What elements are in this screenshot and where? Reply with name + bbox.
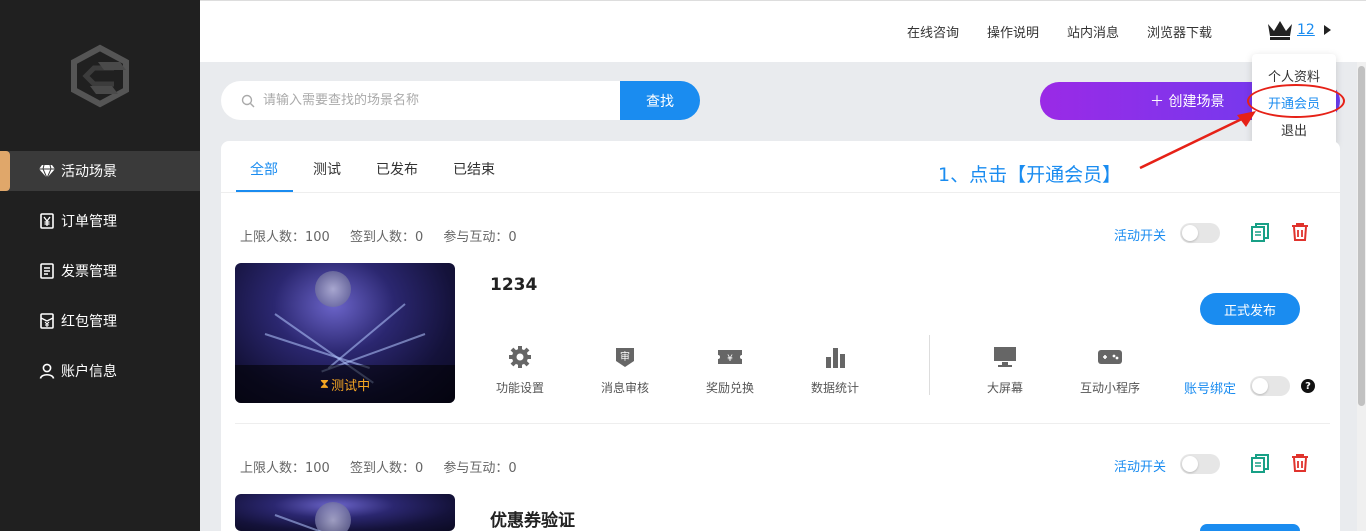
- search-button[interactable]: 查找: [620, 81, 700, 120]
- red-packet-icon: [38, 312, 56, 330]
- sidebar-item-label: 红包管理: [61, 314, 117, 330]
- scene-thumbnail[interactable]: ⧗ 测试中: [235, 263, 455, 403]
- tab-ended[interactable]: 已结束: [453, 159, 495, 179]
- checked-in-count: 签到人数：0: [349, 461, 424, 476]
- gear-icon: [507, 345, 533, 369]
- account-bind-toggle[interactable]: [1250, 376, 1290, 396]
- sidebar-item-orders[interactable]: 订单管理: [0, 201, 200, 241]
- online-consult-link[interactable]: 在线咨询: [907, 22, 959, 41]
- instructions-link[interactable]: 操作说明: [987, 22, 1039, 41]
- activity-switch-toggle[interactable]: [1180, 223, 1220, 243]
- feature-message-review[interactable]: 审 消息审核: [585, 345, 665, 396]
- checked-in-count: 签到人数：0: [349, 230, 424, 245]
- invoice-icon: [38, 262, 56, 280]
- copy-icon[interactable]: [1250, 453, 1270, 473]
- monitor-icon: [992, 345, 1018, 369]
- svg-text:¥: ¥: [727, 354, 733, 364]
- hourglass-icon: ⧗: [319, 376, 330, 392]
- feature-label: 功能设置: [495, 381, 544, 395]
- scene-stats: 上限人数：100 签到人数：0 参与互动：0: [240, 226, 533, 245]
- sidebar: 活动场景 订单管理 发票管理 红包管理 账户信息: [0, 0, 200, 531]
- page-scrollbar[interactable]: [1357, 62, 1366, 531]
- annotation-arrow: [1139, 111, 1256, 170]
- sidebar-item-scenes[interactable]: 活动场景: [0, 151, 200, 191]
- scrollbar-thumb[interactable]: [1358, 66, 1365, 406]
- publish-button[interactable]: 正式发布: [1200, 293, 1300, 325]
- feature-mini-program[interactable]: 互动小程序: [1070, 345, 1150, 396]
- sidebar-item-label: 发票管理: [61, 264, 117, 280]
- light-beam: [264, 333, 370, 369]
- scene-stats: 上限人数：100 签到人数：0 参与互动：0: [240, 457, 533, 476]
- crown-icon[interactable]: [1266, 19, 1294, 41]
- scene-status: 测试中: [331, 378, 371, 394]
- review-shield-icon: 审: [612, 345, 638, 369]
- max-participants: 上限人数：100: [240, 230, 330, 245]
- publish-button[interactable]: [1200, 524, 1300, 531]
- vip-count-link[interactable]: 12: [1297, 22, 1315, 38]
- yen-doc-icon: [38, 212, 56, 230]
- stage-light-orb: [315, 271, 351, 307]
- logo-icon: [71, 44, 129, 108]
- feature-label: 互动小程序: [1079, 381, 1140, 395]
- ticket-icon: ¥: [717, 345, 743, 369]
- site-messages-link[interactable]: 站内消息: [1067, 22, 1119, 41]
- account-bind-label: 账号绑定: [1184, 382, 1237, 397]
- sidebar-item-label: 账户信息: [61, 364, 117, 380]
- feature-label: 奖励兑换: [705, 381, 754, 395]
- search-box: [221, 81, 621, 120]
- feature-statistics[interactable]: 数据统计: [795, 345, 875, 396]
- interaction-count: 参与互动：0: [443, 461, 517, 476]
- caret-right-icon[interactable]: [1324, 25, 1331, 35]
- copy-icon[interactable]: [1250, 222, 1270, 242]
- browser-download-link[interactable]: 浏览器下载: [1147, 22, 1212, 41]
- feature-label: 大屏幕: [986, 381, 1023, 395]
- light-beam: [327, 303, 406, 370]
- search-input[interactable]: [263, 93, 603, 108]
- sidebar-item-invoices[interactable]: 发票管理: [0, 251, 200, 291]
- activity-switch-label: 活动开关: [1114, 460, 1167, 475]
- tab-published[interactable]: 已发布: [376, 159, 418, 179]
- search-icon: [241, 94, 255, 107]
- svg-text:审: 审: [620, 350, 630, 363]
- tab-all[interactable]: 全部: [250, 159, 278, 179]
- trash-icon[interactable]: [1290, 222, 1310, 242]
- user-icon: [38, 362, 56, 380]
- tab-test[interactable]: 测试: [313, 159, 341, 179]
- feature-label: 数据统计: [810, 381, 859, 395]
- annotation-text: 1、点击【开通会员】: [938, 164, 1122, 186]
- trash-icon[interactable]: [1290, 453, 1310, 473]
- feature-label: 消息审核: [600, 381, 649, 395]
- scene-title: 优惠券验证: [490, 511, 575, 531]
- help-icon[interactable]: ?: [1301, 379, 1315, 393]
- feature-big-screen[interactable]: 大屏幕: [965, 345, 1045, 396]
- sidebar-item-red-packets[interactable]: 红包管理: [0, 301, 200, 341]
- row-divider: [235, 423, 1330, 424]
- max-participants: 上限人数：100: [240, 461, 330, 476]
- activity-switch-toggle[interactable]: [1180, 454, 1220, 474]
- feature-divider: [929, 335, 930, 395]
- interaction-count: 参与互动：0: [443, 230, 517, 245]
- sidebar-item-label: 订单管理: [61, 214, 117, 230]
- profile-menu-item[interactable]: 个人资料: [1252, 66, 1336, 85]
- scene-title: 1234: [490, 275, 538, 295]
- feature-reward-exchange[interactable]: ¥ 奖励兑换: [690, 345, 770, 396]
- scene-thumbnail[interactable]: [235, 494, 455, 531]
- diamond-icon: [38, 162, 56, 180]
- tab-active-indicator: [236, 190, 293, 192]
- feature-settings[interactable]: 功能设置: [480, 345, 560, 396]
- scene-status-bar: ⧗ 测试中: [235, 365, 455, 403]
- stage-light-orb: [315, 502, 351, 531]
- activity-switch-label: 活动开关: [1114, 229, 1167, 244]
- sidebar-item-account[interactable]: 账户信息: [0, 351, 200, 391]
- sidebar-item-label: 活动场景: [61, 164, 117, 180]
- gamepad-icon: [1097, 345, 1123, 369]
- bar-chart-icon: [822, 345, 848, 369]
